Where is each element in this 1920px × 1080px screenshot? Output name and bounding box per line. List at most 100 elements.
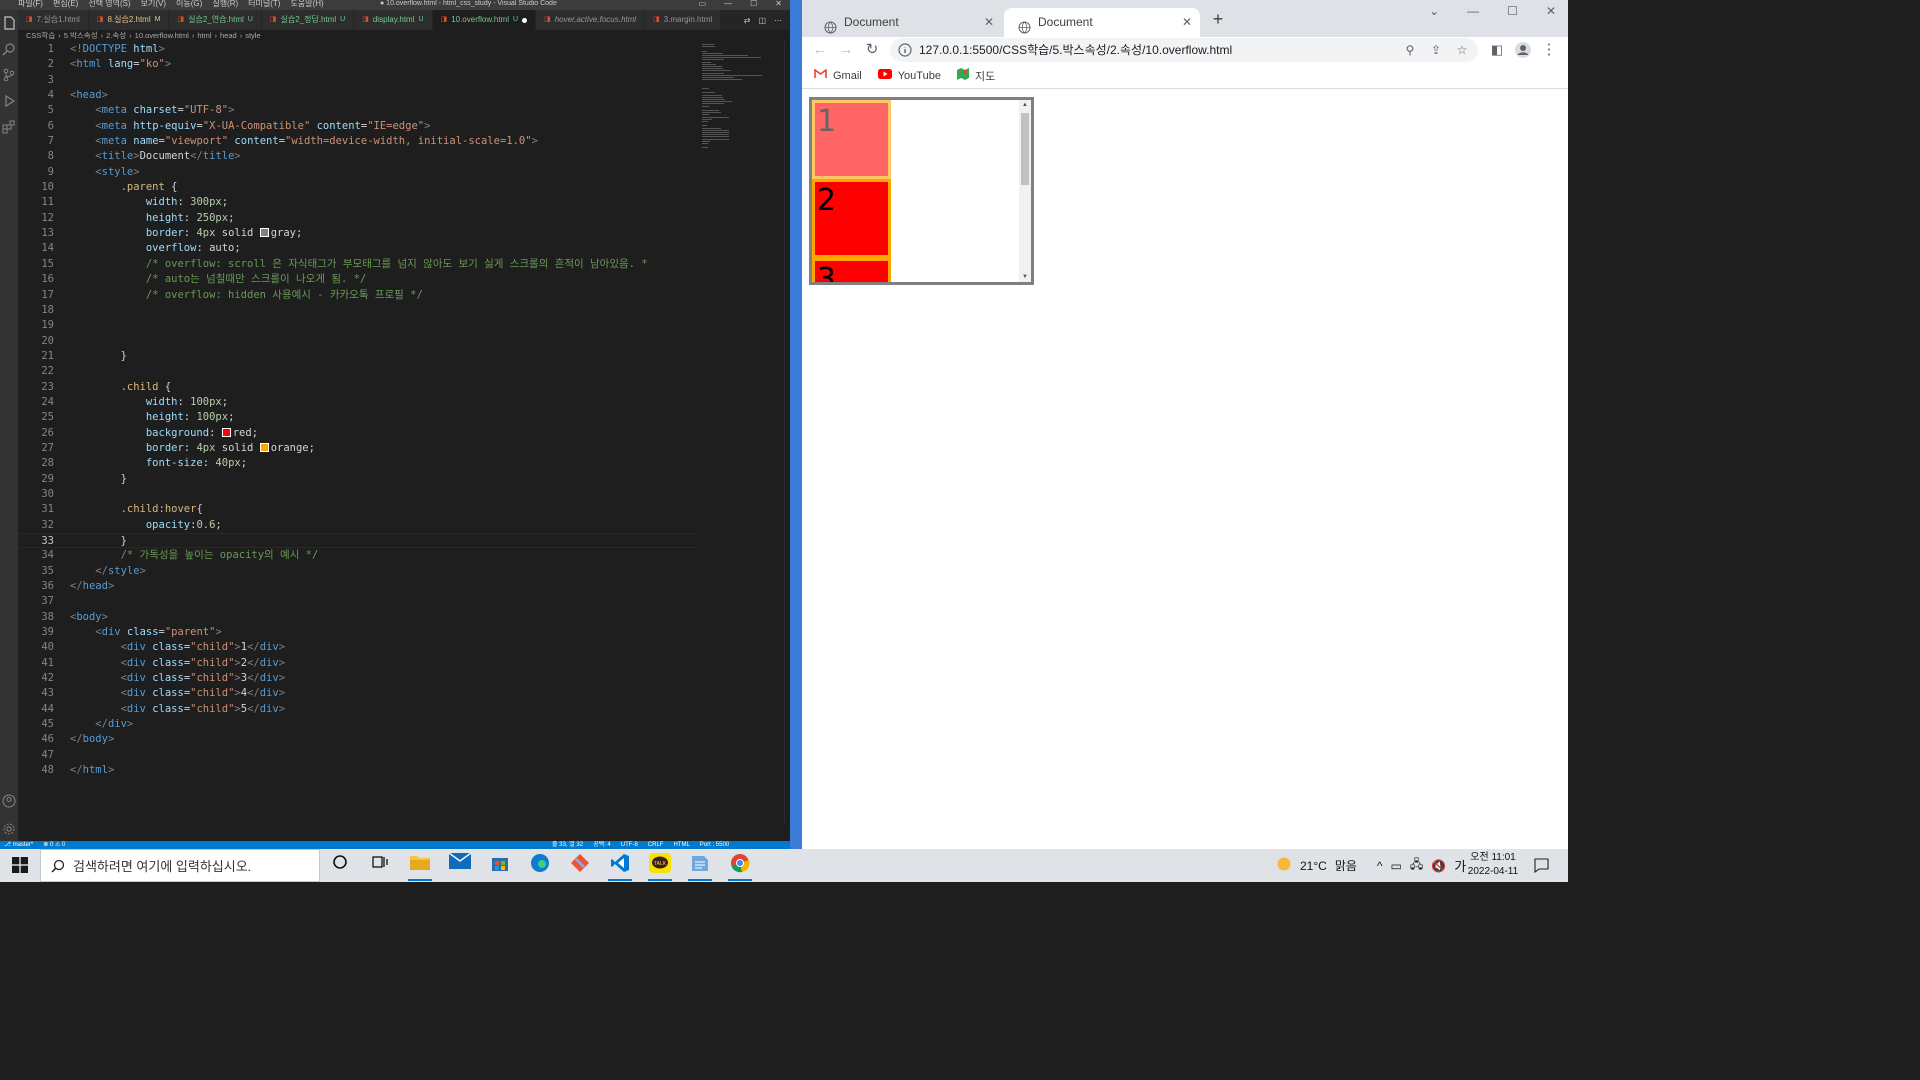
status-item[interactable]: ⊗ 0 ⚠ 0 [43,841,65,849]
search-icon[interactable] [2,42,16,56]
breadcrumb-item[interactable]: 10.overflow.html [135,30,189,42]
battery-icon[interactable]: ▭ [1391,859,1402,873]
cortana-icon[interactable] [326,853,354,878]
share-icon[interactable]: ⇪ [1428,42,1444,58]
status-item[interactable]: UTF-8 [621,841,638,849]
editor-tab[interactable]: ◨ 7.실습1.html [18,10,89,30]
code-line[interactable]: 2 <html lang="ko"> [18,57,696,72]
scroll-down-icon[interactable]: ▼ [1019,272,1031,282]
code-line[interactable]: 46 </body> [18,732,696,747]
code-line[interactable]: 31 .child:hover{ [18,502,696,517]
code-line[interactable]: 25 height: 100px; [18,410,696,425]
weather-icon[interactable] [1276,856,1292,875]
minimap[interactable] [696,42,784,162]
code-line[interactable]: 26 background: red; [18,426,696,441]
bookmark-youtube[interactable]: YouTube [877,69,941,82]
code-line[interactable]: 34 /* 가독성을 높이는 opacity의 예시 */ [18,548,696,563]
code-line[interactable]: 10 .parent { [18,180,696,195]
new-tab-button[interactable]: + [1210,10,1226,28]
explorer-icon[interactable] [2,16,16,30]
color-swatch-icon[interactable] [259,228,269,238]
close-button[interactable]: ✕ [775,0,782,8]
code-line[interactable]: 8 <title>Document</title> [18,149,696,164]
code-line[interactable]: 41 <div class="child">2</div> [18,656,696,671]
taskbar-search-box[interactable]: 검색하려면 여기에 입력하십시오. [40,849,320,882]
code-line[interactable]: 5 <meta charset="UTF-8"> [18,103,696,118]
run-debug-icon[interactable] [2,94,16,108]
profile-avatar-icon[interactable] [1514,41,1532,59]
breadcrumb-item[interactable]: CSS학습 [26,30,55,42]
code-line[interactable]: 6 <meta http-equiv="X-UA-Compatible" con… [18,119,696,134]
code-line[interactable]: 28 font-size: 40px; [18,456,696,471]
close-tab-icon[interactable]: ✕ [984,8,994,37]
menu-item[interactable]: 보기(V) [141,0,166,8]
mail-icon[interactable] [446,852,474,878]
chevron-up-icon[interactable]: ^ [1377,859,1383,873]
breadcrumb-item[interactable]: html [197,30,211,42]
windows-start-icon[interactable] [12,857,28,873]
source-control-icon[interactable] [2,68,16,82]
code-line[interactable]: 22 [18,364,696,379]
scroll-up-icon[interactable]: ▲ [1019,100,1031,110]
layout-icon[interactable]: ▭ [699,0,707,8]
code-line[interactable]: 16 /* auto는 넘칠때만 스크롤이 나오게 됨. */ [18,272,696,287]
editor-tab[interactable]: ◨ 8.실습2.html M [88,10,170,30]
code-line[interactable]: 30 [18,487,696,502]
menu-item[interactable]: 도움말(H) [290,0,323,8]
code-line[interactable]: 4 <head> [18,88,696,103]
reload-icon[interactable]: ↻ [863,41,881,59]
status-item[interactable]: 줄 33, 열 32 [552,841,583,849]
code-line[interactable]: 18 [18,303,696,318]
compare-icon[interactable]: ⇄ [744,16,751,25]
status-item[interactable]: CRLF [648,841,664,849]
status-item[interactable]: HTML [673,841,689,849]
code-line[interactable]: 39 <div class="parent"> [18,625,696,640]
breadcrumb-item[interactable]: head [220,30,237,42]
code-line[interactable]: 35 </style> [18,564,696,579]
code-line[interactable]: 14 overflow: auto; [18,241,696,256]
code-line[interactable]: 36 </head> [18,579,696,594]
code-line[interactable]: 19 [18,318,696,333]
status-item[interactable]: ⎇ master* [4,841,33,849]
breadcrumb-item[interactable]: 5.박스속성 [64,30,98,42]
status-item[interactable]: Port : 5500 [700,841,729,849]
code-line[interactable]: 23 .child { [18,380,696,395]
bookmark-maps[interactable]: 지도 [956,68,995,84]
forward-icon[interactable]: → [837,41,855,59]
weather-temp[interactable]: 21°C [1300,859,1327,873]
code-line[interactable]: 43 <div class="child">4</div> [18,686,696,701]
editor-tab[interactable]: ◨ display.html U [354,10,433,30]
file-explorer-icon[interactable] [406,853,434,881]
code-line[interactable]: 27 border: 4px solid orange; [18,441,696,456]
volume-icon[interactable]: 🔇 [1431,859,1446,873]
code-line[interactable]: 24 width: 100px; [18,395,696,410]
code-line[interactable]: 38 <body> [18,610,696,625]
code-line[interactable]: 1 <!DOCTYPE html> [18,42,696,57]
code-line[interactable]: 40 <div class="child">1</div> [18,640,696,655]
site-info-icon[interactable] [898,43,912,57]
code-line[interactable]: 13 border: 4px solid gray; [18,226,696,241]
code-line[interactable]: 32 opacity:0.6; [18,518,696,533]
browser-tab[interactable]: Document ✕ [810,8,1002,37]
editor-tab[interactable]: ◨ 3.margin.html [645,10,722,30]
code-line[interactable]: 17 /* overflow: hidden 사용예시 - 카카오톡 프로필 *… [18,288,696,303]
breadcrumb-item[interactable]: 2.속성 [106,30,126,42]
color-swatch-icon[interactable] [221,427,231,437]
store-icon[interactable] [486,853,514,878]
code-line[interactable]: 20 [18,334,696,349]
code-line[interactable]: 45 </div> [18,717,696,732]
extensions-icon[interactable] [2,120,16,134]
split-editor-icon[interactable]: ◫ [758,16,766,25]
menu-item[interactable]: 파일(F) [18,0,43,8]
code-editor[interactable]: 1 <!DOCTYPE html> 2 <html lang="ko"> 3 4 <head… [18,42,696,822]
child-box[interactable]: 1 [812,100,891,179]
back-icon[interactable]: ← [811,41,829,59]
notification-icon[interactable] [1534,858,1549,874]
unsaved-dot-icon[interactable] [522,17,528,23]
editor-tab[interactable]: ◨ 실습2_연습.html U [169,10,262,30]
browser-tab-active[interactable]: Document ✕ [1004,8,1200,37]
vscode-icon[interactable] [606,853,634,881]
editor-tab-active[interactable]: ◨ 10.overflow.html U [432,10,537,30]
code-line[interactable]: 21 } [18,349,696,364]
code-line[interactable]: 42 <div class="child">3</div> [18,671,696,686]
